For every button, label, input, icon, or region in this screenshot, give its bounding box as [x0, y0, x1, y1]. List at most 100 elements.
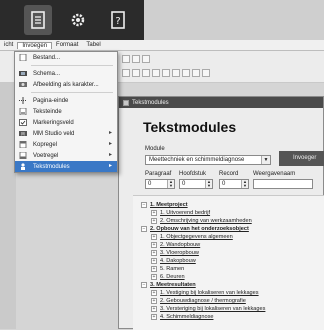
- toolbar-button[interactable]: [202, 69, 210, 77]
- tree-node[interactable]: +1. Uitvoerend bedrijf: [151, 210, 210, 216]
- menu-item-afbeelding[interactable]: Afbeelding als karakter...: [15, 79, 117, 90]
- field-label: Paragraaf: [145, 171, 172, 177]
- menu-format[interactable]: Formaat: [52, 42, 82, 48]
- tree-node[interactable]: +2. Omschrijving van werkzaamheden: [151, 218, 252, 224]
- footer-icon: [19, 152, 27, 159]
- toolbar-button[interactable]: [192, 69, 200, 77]
- module-select[interactable]: Meettechniek en schimmeldiagnose ▼: [145, 155, 271, 165]
- tree-node[interactable]: −2. Opbouw van het onderzoeksobject: [141, 226, 249, 232]
- gear-icon[interactable]: [64, 5, 92, 35]
- toolbar-button[interactable]: [182, 69, 190, 77]
- stepper-arrows-icon[interactable]: ▲ ▼: [167, 180, 174, 188]
- menu-item-label: Kopregel: [33, 141, 58, 148]
- toolbar-button[interactable]: [122, 55, 130, 63]
- page-break-icon: [19, 97, 27, 104]
- toolbar-button[interactable]: [152, 69, 160, 77]
- collapse-icon[interactable]: −: [141, 202, 147, 208]
- menu-item-label: Voetregel: [33, 152, 59, 159]
- tree-node[interactable]: +3. Vloeropbouw: [151, 250, 199, 256]
- image-char-icon: [19, 82, 27, 87]
- stepper-value: 0: [182, 181, 186, 187]
- tree-node[interactable]: +3. Versteriging bij lokaliseren van lek…: [151, 306, 265, 312]
- menu-item-label: Bestand...: [33, 54, 61, 61]
- menu-item-label: Pagina-einde: [33, 97, 69, 104]
- insert-menu-dropdown: Bestand... Schema... Afbeelding als kara…: [14, 51, 118, 173]
- toolbar-button[interactable]: [162, 69, 170, 77]
- header-background: [144, 0, 324, 40]
- paragraaf-stepper[interactable]: 0 ▲ ▼: [145, 179, 175, 189]
- menu-item-voetregel[interactable]: Voetregel ▸: [15, 150, 117, 161]
- menu-item-kopregel[interactable]: Kopregel ▸: [15, 139, 117, 150]
- menu-separator: [31, 65, 113, 66]
- submenu-arrow-icon: ▸: [108, 130, 112, 136]
- text-end-icon: [19, 108, 27, 115]
- menu-item-teksteinde[interactable]: Teksteinde: [15, 106, 117, 117]
- stepper-value: 0: [148, 181, 152, 187]
- field-label: Hoofdstuk: [179, 171, 207, 177]
- hoofdstuk-stepper[interactable]: 0 ▲ ▼: [179, 179, 213, 189]
- module-label: Module: [145, 146, 165, 152]
- menu-insert[interactable]: Invoegen: [17, 41, 53, 49]
- toolbar-button[interactable]: [132, 69, 140, 77]
- expand-icon[interactable]: +: [151, 258, 157, 264]
- tree-node[interactable]: +1. Vestiging bij lokaliseren van lekkag…: [151, 290, 259, 296]
- record-stepper[interactable]: 0 ▲ ▼: [219, 179, 249, 189]
- submenu-arrow-icon: ▸: [108, 152, 112, 158]
- menu-item-markeringsveld[interactable]: Markeringsveld: [15, 117, 117, 128]
- menu-item-bestand[interactable]: Bestand...: [15, 52, 117, 63]
- expand-icon[interactable]: +: [151, 290, 157, 296]
- submenu-arrow-icon: ▸: [108, 141, 112, 147]
- document-icon[interactable]: [24, 5, 52, 35]
- toolbar-button[interactable]: [122, 69, 130, 77]
- expand-icon[interactable]: +: [151, 250, 157, 256]
- toolbar-button[interactable]: [142, 55, 150, 63]
- top-icon-bar: ?: [0, 0, 324, 40]
- module-select-value: Meettechniek en schimmeldiagnose: [149, 157, 245, 163]
- tree-node[interactable]: +4. Schimmeldiagnose: [151, 314, 213, 320]
- menu-item-pagina-einde[interactable]: Pagina-einde: [15, 95, 117, 106]
- expand-icon[interactable]: +: [151, 298, 157, 304]
- menu-item-tekstmodules[interactable]: Tekstmodules ▸: [15, 161, 117, 172]
- help-icon[interactable]: ?: [104, 5, 132, 35]
- tree-node[interactable]: +1. Objectgegevens algemeen: [151, 234, 233, 240]
- tree-node[interactable]: +4. Dakopbouw: [151, 258, 196, 264]
- expand-icon[interactable]: +: [151, 274, 157, 280]
- tree-node[interactable]: +2. Gebouwdiagnose / thermografie: [151, 298, 246, 304]
- weergavenaam-input[interactable]: [253, 179, 313, 189]
- tree-node[interactable]: +5. Ramen: [151, 266, 184, 272]
- text-modules-icon: [21, 163, 25, 170]
- menu-item-mm-studio-veld[interactable]: M MM Studio veld ▸: [15, 128, 117, 139]
- expand-icon[interactable]: +: [151, 234, 157, 240]
- toolbar-button[interactable]: [172, 69, 180, 77]
- dialog-titlebar[interactable]: Tekstmodules: [119, 97, 323, 108]
- expand-icon[interactable]: +: [151, 314, 157, 320]
- stepper-arrows-icon[interactable]: ▲ ▼: [205, 180, 212, 188]
- collapse-icon[interactable]: −: [141, 282, 147, 288]
- stepper-value: 0: [222, 181, 226, 187]
- menu-item-label: Tekstmodules: [33, 163, 70, 170]
- module-tree: −1. Meetproject +1. Uitvoerend bedrijf +…: [133, 195, 324, 330]
- tree-node[interactable]: −3. Meetresultaten: [141, 282, 196, 288]
- menu-view[interactable]: icht: [0, 42, 17, 48]
- menu-separator: [31, 92, 113, 93]
- collapse-icon[interactable]: −: [141, 226, 147, 232]
- tree-node[interactable]: −1. Meetproject: [141, 202, 188, 208]
- insert-button[interactable]: Invoeger: [279, 151, 324, 166]
- expand-icon[interactable]: +: [151, 218, 157, 224]
- toolbar-button[interactable]: [132, 55, 140, 63]
- toolbar-button[interactable]: [142, 69, 150, 77]
- expand-icon[interactable]: +: [151, 242, 157, 248]
- menu-item-label: Schema...: [33, 70, 61, 77]
- menu-table[interactable]: Tabel: [82, 42, 104, 48]
- menu-item-schema[interactable]: Schema...: [15, 68, 117, 79]
- marker-field-icon: [19, 119, 27, 126]
- dialog-heading: Tekstmodules: [143, 119, 237, 135]
- tree-node[interactable]: +2. Wandopbouw: [151, 242, 200, 248]
- stepper-arrows-icon[interactable]: ▲ ▼: [241, 180, 248, 188]
- menu-item-label: Markeringsveld: [33, 119, 74, 126]
- expand-icon[interactable]: +: [151, 266, 157, 272]
- file-icon: [19, 54, 27, 61]
- expand-icon[interactable]: +: [151, 210, 157, 216]
- tree-node[interactable]: +6. Deuren: [151, 274, 185, 280]
- expand-icon[interactable]: +: [151, 306, 157, 312]
